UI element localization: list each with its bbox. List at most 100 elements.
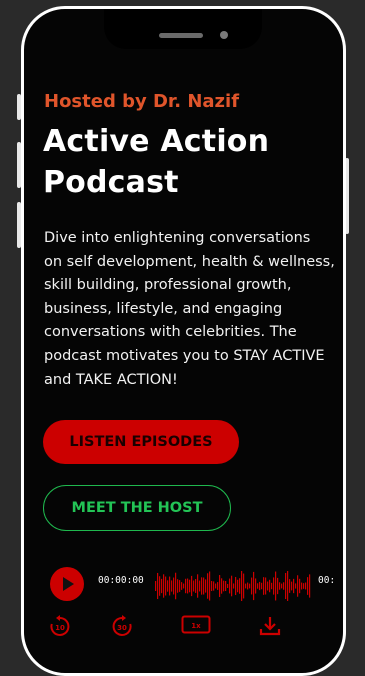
description-line: skill building, professional growth,	[44, 277, 292, 294]
waveform-bar	[171, 580, 173, 592]
play-icon	[63, 577, 74, 591]
speaker-grille	[159, 33, 203, 38]
waveform-bar	[243, 573, 245, 599]
waveform-bar	[295, 583, 297, 589]
waveform-bar	[201, 577, 203, 595]
waveform-bar	[303, 583, 305, 589]
waveform-bar	[205, 579, 207, 593]
waveform-bar	[267, 581, 269, 591]
waveform-bar	[307, 577, 309, 595]
speed-icon: 1x	[181, 615, 211, 634]
waveform-bar	[175, 572, 177, 600]
waveform-bar	[233, 583, 235, 589]
waveform-bar	[259, 581, 261, 591]
waveform-bar	[249, 583, 251, 589]
waveform-bar	[211, 580, 213, 592]
waveform-bar	[283, 582, 285, 590]
waveform-bar	[229, 578, 231, 594]
waveform-bar	[189, 579, 191, 593]
current-time: 00:00:00	[98, 575, 144, 586]
skip-back-button[interactable]: 10	[48, 614, 72, 642]
waveform-bar	[185, 578, 187, 594]
waveform-bar	[275, 571, 277, 601]
host-label: Hosted by Dr. Nazif	[44, 91, 240, 112]
waveform-bar	[203, 577, 205, 595]
waveform-bar	[265, 577, 267, 595]
waveform-bar	[273, 577, 275, 595]
playback-speed-button[interactable]: 1x	[181, 614, 211, 640]
skip-forward-label: 30	[117, 624, 127, 632]
waveform-bar	[187, 578, 189, 594]
download-icon	[259, 617, 281, 636]
waveform-bar	[255, 578, 257, 594]
phone-frame: Hosted by Dr. Nazif Active Action Podcas…	[21, 6, 346, 676]
waveform-bar	[183, 583, 185, 589]
description-line: podcast motivates you to STAY ACTIVE	[44, 347, 325, 364]
description-line: and TAKE ACTION!	[44, 371, 178, 388]
description-line: on self development, health & wellness,	[44, 253, 335, 270]
waveform-bar	[241, 570, 243, 602]
waveform-bar	[261, 582, 263, 590]
waveform-bar	[237, 579, 239, 593]
waveform[interactable]	[155, 565, 315, 607]
waveform-bar	[179, 580, 181, 592]
waveform-bar	[289, 579, 291, 593]
waveform-bar	[221, 578, 223, 594]
skip-forward-30-icon: 30	[112, 615, 132, 636]
meet-the-host-button[interactable]: MEET THE HOST	[43, 485, 231, 531]
description-line: business, lifestyle, and engaging	[44, 300, 283, 317]
waveform-bar	[225, 581, 227, 591]
waveform-bar	[173, 577, 175, 595]
waveform-bar	[193, 580, 195, 592]
skip-back-10-icon: 10	[50, 615, 70, 636]
speed-label: 1x	[191, 622, 201, 630]
waveform-bar	[219, 575, 221, 597]
waveform-bar	[263, 577, 265, 595]
waveform-bar	[155, 581, 157, 591]
meet-the-host-label: MEET THE HOST	[71, 500, 203, 516]
waveform-bar	[163, 574, 165, 598]
waveform-bar	[195, 579, 197, 593]
skip-forward-button[interactable]: 30	[110, 614, 134, 642]
waveform-bar	[305, 582, 307, 590]
waveform-bar	[191, 575, 193, 597]
waveform-bar	[239, 578, 241, 594]
front-camera	[220, 31, 228, 39]
waveform-bar	[251, 577, 253, 595]
waveform-bar	[217, 582, 219, 590]
waveform-bar	[293, 578, 295, 594]
download-button[interactable]	[258, 614, 282, 642]
waveform-bar	[297, 575, 299, 597]
waveform-bar	[207, 573, 209, 599]
waveform-bar	[157, 572, 159, 600]
waveform-bar	[165, 576, 167, 596]
waveform-bar	[215, 583, 217, 589]
waveform-bar	[177, 579, 179, 593]
waveform-bar	[245, 583, 247, 589]
waveform-bar	[209, 571, 211, 601]
duration-time: 00:	[318, 575, 336, 586]
phone-notch	[104, 9, 262, 49]
waveform-bar	[281, 583, 283, 589]
skip-back-label: 10	[55, 624, 65, 632]
waveform-bar	[167, 580, 169, 592]
waveform-bar	[231, 575, 233, 597]
waveform-bar	[285, 572, 287, 600]
waveform-bar	[227, 583, 229, 589]
podcast-description: Dive into enlightening conversations on …	[44, 227, 343, 392]
listen-episodes-label: LISTEN EPISODES	[69, 434, 213, 450]
waveform-bar	[159, 576, 161, 596]
waveform-bar	[257, 583, 259, 589]
waveform-bar	[247, 582, 249, 590]
title-line-1: Active Action	[43, 124, 270, 159]
play-button[interactable]	[50, 567, 84, 601]
waveform-bar	[181, 582, 183, 590]
waveform-bar	[213, 581, 215, 591]
description-line: Dive into enlightening conversations	[44, 230, 311, 246]
waveform-bar	[197, 574, 199, 598]
waveform-bar	[199, 580, 201, 592]
listen-episodes-button[interactable]: LISTEN EPISODES	[43, 420, 239, 464]
waveform-bar	[271, 582, 273, 590]
waveform-bar	[269, 579, 271, 593]
waveform-bar	[161, 578, 163, 594]
